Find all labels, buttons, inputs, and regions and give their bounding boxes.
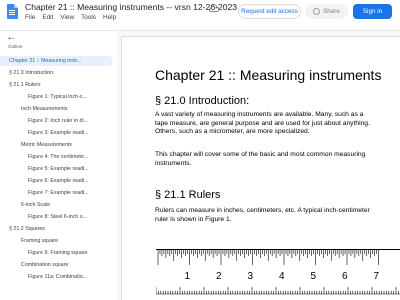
menu-tools[interactable]: Tools bbox=[81, 14, 96, 21]
outline-item-introduction[interactable]: § 21.0 Introduction: bbox=[9, 68, 113, 78]
intro-line: Others, such as a micrometer, are more s… bbox=[155, 128, 310, 136]
outline-item-squares[interactable]: § 21.2 Squares bbox=[9, 224, 113, 234]
outline-item-figure-4[interactable]: Figure 4: The centimete... bbox=[28, 152, 113, 162]
sign-in-button[interactable]: Sign in bbox=[353, 4, 392, 19]
outline-item-figure-9[interactable]: Figure 9: Framing square bbox=[28, 248, 113, 258]
outline-item-combination-square[interactable]: Combination square bbox=[21, 260, 113, 270]
docs-logo-icon[interactable] bbox=[7, 4, 18, 19]
ruler-inch-label: 5 bbox=[311, 271, 317, 282]
outline-item-figure-3[interactable]: Figure 3: Example readi... bbox=[28, 128, 113, 138]
rulers-line: Rulers can measure in inches, centimeter… bbox=[155, 207, 370, 214]
cloud-sync-icon[interactable] bbox=[209, 4, 219, 13]
intro-paragraph-2: This chapter will cover some of the basi… bbox=[155, 151, 365, 168]
outline-item-figure-7[interactable]: Figure 7: Example readi... bbox=[28, 188, 113, 198]
globe-icon bbox=[313, 8, 321, 15]
menu-help[interactable]: Help bbox=[103, 14, 116, 21]
app-header: Chapter 21 :: Measuring instruments -- v… bbox=[0, 0, 400, 30]
intro-line: tape measure, are general purpose and ar… bbox=[155, 119, 370, 127]
rulers-paragraph: Rulers can measure in inches, centimeter… bbox=[155, 207, 370, 224]
app-window: Chapter 21 :: Measuring instruments -- v… bbox=[0, 0, 400, 300]
ruler-inch-label: 3 bbox=[248, 271, 254, 282]
menu-edit[interactable]: Edit bbox=[42, 14, 53, 21]
outline-item-figure-8[interactable]: Figure 8: Steel 6-inch s... bbox=[28, 212, 113, 222]
outline-item-metric-measurements[interactable]: Metric Measurements bbox=[21, 140, 113, 150]
intro-heading: § 21.0 Introduction: bbox=[155, 95, 250, 107]
share-label: Share bbox=[323, 8, 340, 15]
menu-view[interactable]: View bbox=[60, 14, 74, 21]
outline-item-figure-11a[interactable]: Figure 11a: Combinatio... bbox=[28, 272, 113, 282]
outline-item-figure-2[interactable]: Figure 2: Inch ruler in di... bbox=[28, 116, 113, 126]
ruler-inch-label: 2 bbox=[216, 271, 222, 282]
back-arrow-icon[interactable]: ← bbox=[6, 31, 17, 43]
outline-item-figure-1[interactable]: Figure 1: Typical inch-c... bbox=[28, 92, 113, 102]
outline-item-rulers[interactable]: § 21.1 Rulers bbox=[9, 80, 113, 90]
document-title[interactable]: Chapter 21 :: Measuring instruments -- v… bbox=[25, 2, 237, 12]
rulers-heading: § 21.1 Rulers bbox=[155, 189, 221, 201]
outline-sidebar: ← Outline Chapter 21 :: Measuring instr.… bbox=[0, 31, 117, 300]
outline-label: Outline bbox=[8, 44, 23, 49]
ruler-inch-label: 1 bbox=[185, 271, 191, 282]
outline-item-framing-square[interactable]: Framing square bbox=[21, 236, 113, 246]
chapter-title: Chapter 21 :: Measuring instruments bbox=[155, 67, 382, 83]
outline-item-inch-measurements[interactable]: Inch Measurements bbox=[21, 104, 113, 114]
ruler-inch-label: 4 bbox=[279, 271, 285, 282]
rulers-line: ruler is shown in Figure 1. bbox=[155, 215, 232, 223]
ruler-inch-label: 6 bbox=[342, 271, 348, 282]
outline-item-figure-6[interactable]: Figure 6: Example readi... bbox=[28, 176, 113, 186]
menu-bar: File Edit View Tools Help bbox=[25, 14, 116, 21]
outline-item-figure-5[interactable]: Figure 5: Example readi... bbox=[28, 164, 113, 174]
ruler-figure-image: 1 2 3 4 5 6 7 bbox=[156, 249, 400, 300]
intro-line: This chapter will cover some of the basi… bbox=[155, 151, 366, 158]
document-page[interactable]: Chapter 21 :: Measuring instruments § 21… bbox=[121, 36, 400, 300]
menu-file[interactable]: File bbox=[25, 14, 35, 21]
outline-item-6-inch-scale[interactable]: 6-inch Scale bbox=[21, 200, 113, 210]
intro-line: A vast variety of measuring instruments … bbox=[155, 111, 364, 118]
request-edit-access-button[interactable]: Request edit access bbox=[238, 4, 301, 19]
ruler-inch-label: 7 bbox=[374, 271, 380, 282]
intro-line: instruments. bbox=[155, 159, 192, 167]
intro-paragraph: A vast variety of measuring instruments … bbox=[155, 111, 370, 137]
outline-item-chapter[interactable]: Chapter 21 :: Measuring instr... bbox=[0, 56, 113, 66]
share-button[interactable]: Share bbox=[305, 4, 348, 19]
